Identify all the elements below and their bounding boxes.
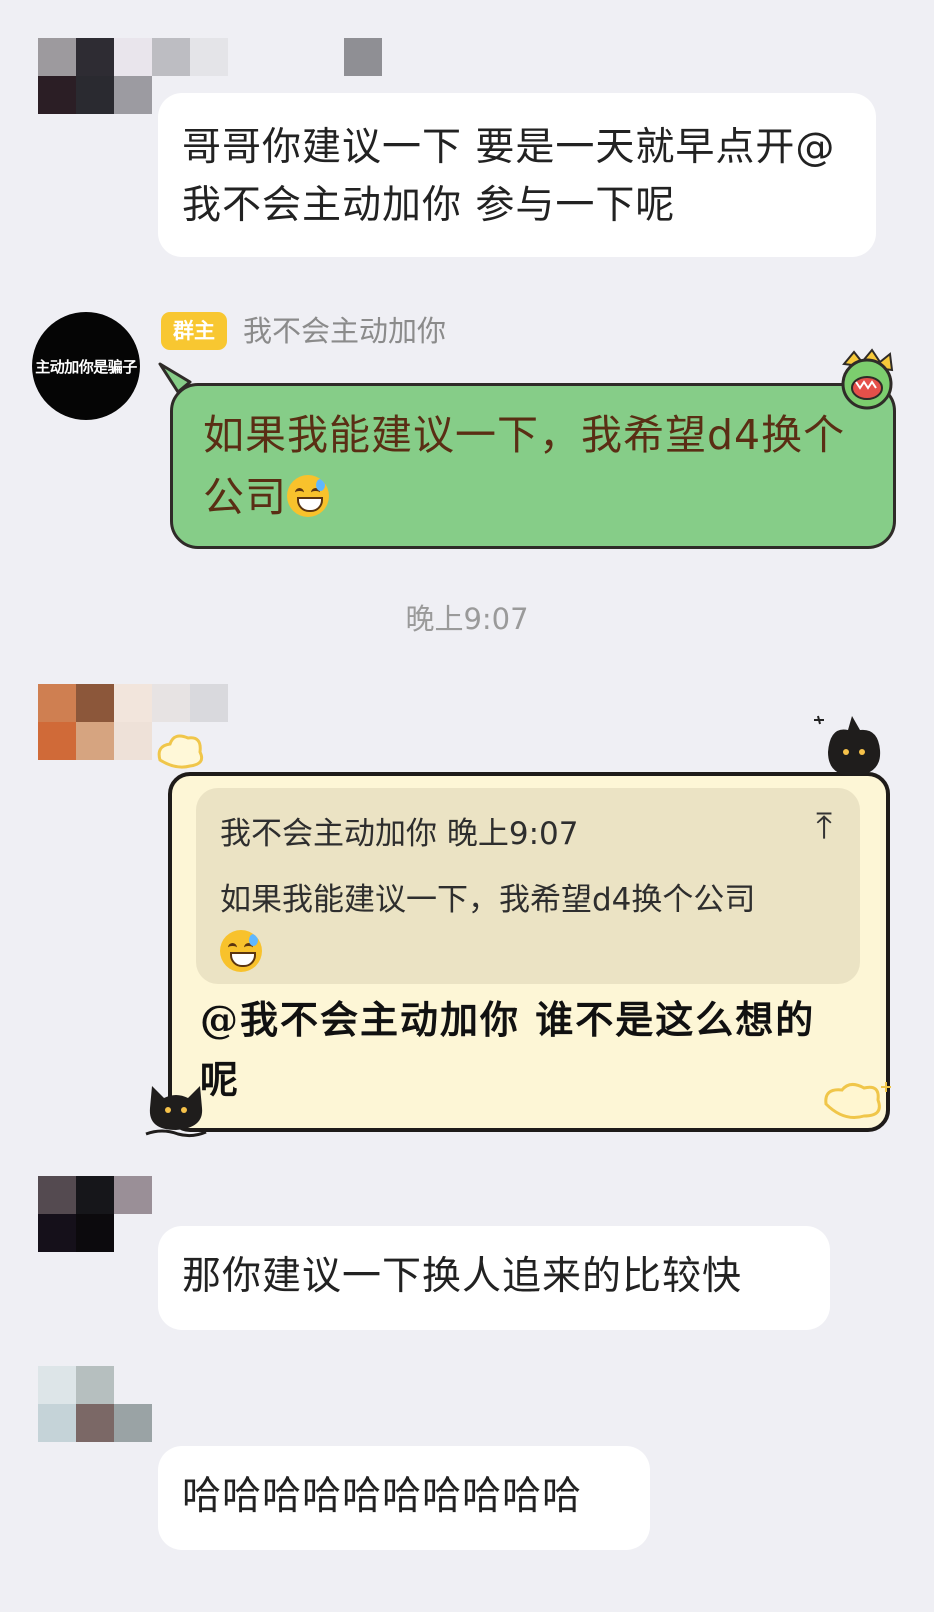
jump-to-message-icon[interactable]: ⤒ — [816, 806, 832, 848]
quote-text: 如果我能建议一下，我希望d4换个公司 — [220, 882, 756, 918]
message-text: 哈哈哈哈哈哈哈哈哈哈 — [182, 1474, 583, 1519]
message-bubble[interactable]: 我不会主动加你 晚上9:07 ⤒ 如果我能建议一下，我希望d4换个公司 @我不会… — [168, 772, 890, 1132]
owner-badge: 群主 — [161, 312, 227, 350]
avatar[interactable] — [38, 38, 152, 114]
message-text: @我不会主动加你 谁不是这么想的呢 — [200, 997, 816, 1102]
avatar[interactable] — [38, 1176, 152, 1252]
timestamp: 晚上9:07 — [405, 602, 529, 636]
sweat-smile-emoji — [287, 475, 329, 517]
sweat-smile-emoji — [220, 930, 262, 972]
dinosaur-decoration-icon — [841, 348, 894, 410]
quote-text-wrap: 如果我能建议一下，我希望d4换个公司 — [220, 872, 820, 984]
black-cat-decoration-icon — [814, 715, 881, 776]
message-bubble[interactable]: 哈哈哈哈哈哈哈哈哈哈 — [158, 1446, 650, 1550]
quote-sender: 我不会主动加你 — [220, 816, 437, 852]
message-text: 那你建议一下换人追来的比较快 — [182, 1254, 743, 1299]
sender-name: 我不会主动加你 — [243, 314, 447, 348]
quoted-reply[interactable]: 我不会主动加你 晚上9:07 ⤒ 如果我能建议一下，我希望d4换个公司 — [196, 788, 860, 984]
black-cat-decoration-icon — [145, 1086, 207, 1138]
message-bubble[interactable]: 那你建议一下换人追来的比较快 — [158, 1226, 830, 1330]
message-bubble[interactable]: 哥哥你建议一下 要是一天就早点开@我不会主动加你 参与一下呢 — [158, 93, 876, 257]
message-bubble[interactable]: 如果我能建议一下，我希望d4换个公司 — [170, 383, 896, 549]
sparkle-decoration-icon — [824, 1082, 891, 1119]
avatar[interactable] — [38, 1366, 152, 1442]
sender-name-blurred — [152, 38, 382, 76]
message-text: 哥哥你建议一下 要是一天就早点开@我不会主动加你 参与一下呢 — [182, 125, 836, 228]
avatar[interactable] — [38, 684, 152, 760]
avatar[interactable]: 主动加你是骗子 — [32, 312, 140, 420]
green-tail-decoration — [158, 362, 192, 394]
quote-header: 我不会主动加你 晚上9:07 — [220, 808, 578, 853]
sender-name-blurred — [152, 684, 228, 722]
sparkle-decoration-icon — [157, 734, 204, 769]
quote-time: 晚上9:07 — [446, 816, 579, 852]
